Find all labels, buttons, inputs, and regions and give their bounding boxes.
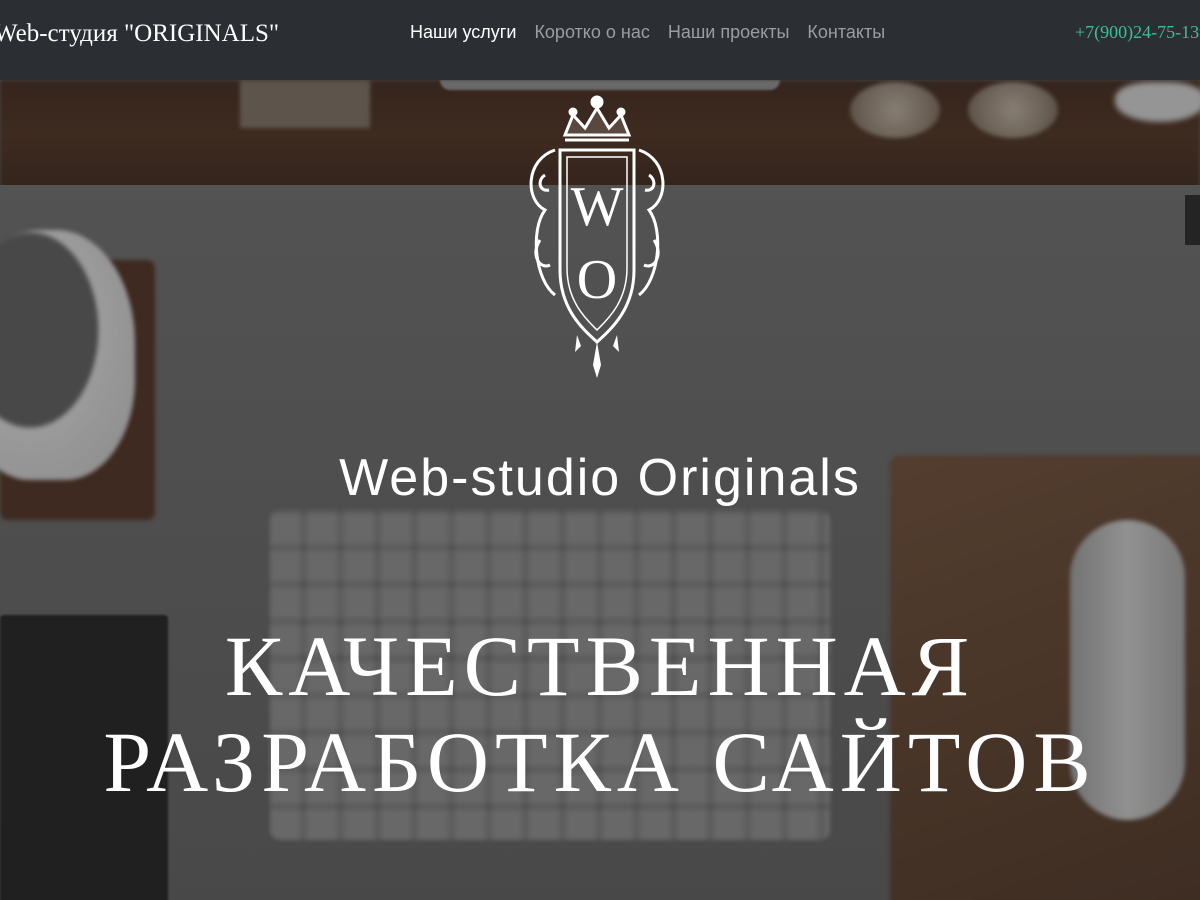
top-navbar: Web-студия "ORIGINALS" Наши услуги Корот…	[0, 0, 1200, 80]
hero-title-line2: РАЗРАБОТКА САЙТОВ	[103, 714, 1097, 810]
nav-item-contacts[interactable]: Контакты	[807, 22, 885, 43]
hero-subtitle: Web-studio Originals	[339, 449, 861, 507]
emblem-letter-w: W	[571, 176, 624, 238]
hero-title: КАЧЕСТВЕННАЯ РАЗРАБОТКА САЙТОВ	[0, 618, 1200, 810]
nav-menu: Наши услуги Коротко о нас Наши проекты К…	[410, 22, 885, 43]
nav-item-about[interactable]: Коротко о нас	[534, 22, 649, 43]
brand-name[interactable]: Web-студия "ORIGINALS"	[0, 20, 279, 48]
hero-title-line1: КАЧЕСТВЕННАЯ	[224, 618, 976, 714]
page: Web-студия "ORIGINALS" Наши услуги Корот…	[0, 0, 1200, 900]
wo-emblem-logo: W O	[529, 95, 665, 378]
emblem-letter-o: O	[577, 249, 617, 311]
nav-item-services[interactable]: Наши услуги	[410, 22, 516, 43]
phone-number[interactable]: +7(900)24-75-139	[1075, 22, 1200, 43]
nav-item-projects[interactable]: Наши проекты	[668, 22, 790, 43]
